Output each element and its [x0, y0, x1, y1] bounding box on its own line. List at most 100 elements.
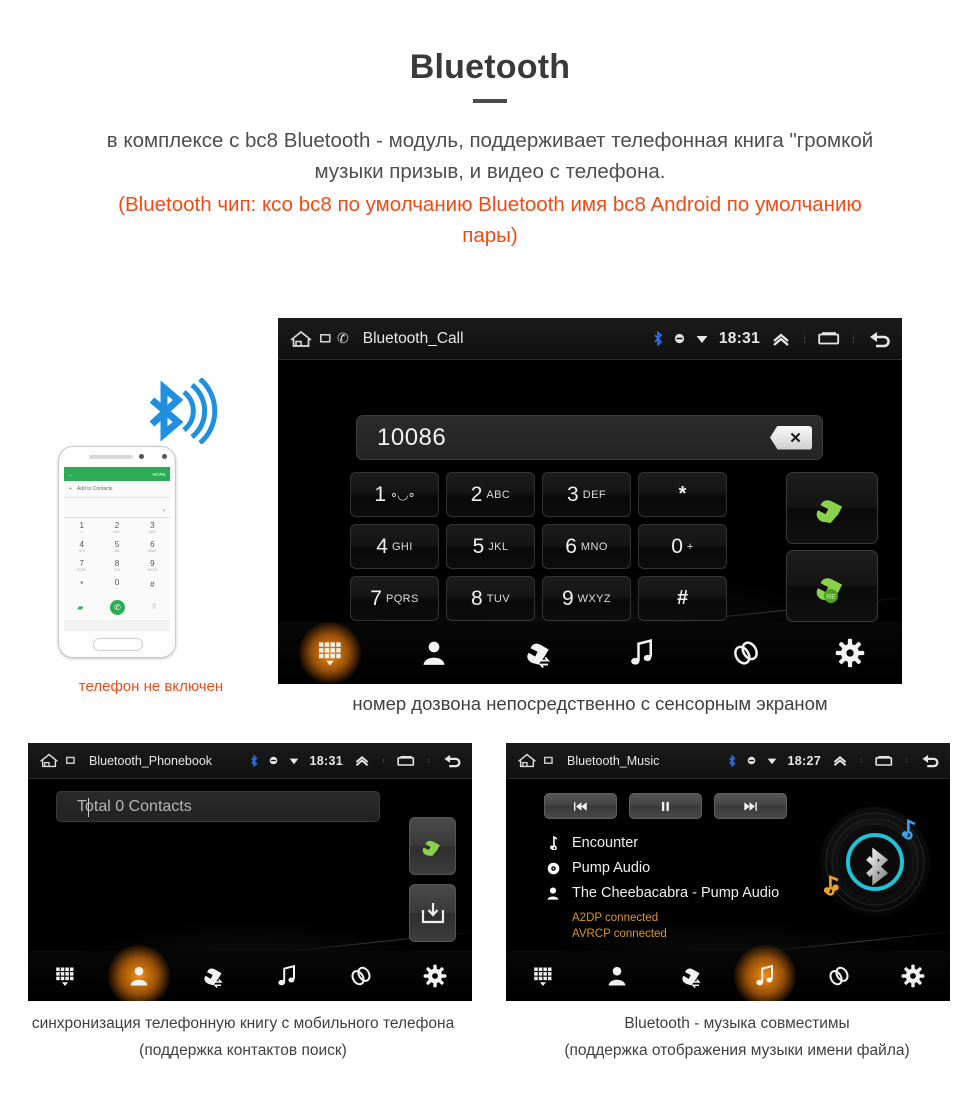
media-pause-button[interactable] — [629, 793, 702, 819]
phonebook-call-button[interactable] — [409, 817, 456, 875]
phone-number-input: ✕ — [64, 498, 170, 518]
nav-item-contacts[interactable] — [102, 945, 176, 1001]
nav-item-contacts[interactable] — [580, 951, 654, 1001]
screenshot-icon[interactable] — [544, 756, 553, 765]
phone-key-#: # — [135, 575, 170, 594]
screenshot-icon[interactable] — [66, 756, 75, 765]
nav-item-call-log[interactable] — [486, 622, 590, 684]
bluetooth-icon — [250, 754, 257, 767]
nav-item-music[interactable] — [728, 945, 802, 1001]
phone-key-number: 5 — [114, 540, 120, 549]
media-previous-button[interactable] — [544, 793, 617, 819]
nav-item-music[interactable] — [590, 622, 694, 684]
phone-body: ← MORE + Add to Contacts ✕ 1 ∞ 2 ABC 3 DEF 4 GH… — [58, 446, 176, 658]
key-number: 6 — [565, 534, 577, 558]
dial-input-field[interactable]: 10086 ✕ — [356, 415, 823, 460]
statusbar-divider-2 — [428, 758, 429, 763]
pause-icon — [661, 801, 669, 811]
dialpad-key-7[interactable]: 7 PQRS — [350, 576, 439, 621]
phonebook-screen-title: Bluetooth_Phonebook — [89, 753, 213, 768]
nav-item-dialpad[interactable] — [28, 951, 102, 1001]
redial-button[interactable]: RE — [786, 550, 878, 622]
screenshot-icon[interactable] — [320, 333, 331, 344]
phone-key-1: 1 ∞ — [64, 518, 99, 537]
recents-icon[interactable] — [875, 755, 893, 767]
nav-item-link[interactable] — [694, 622, 798, 684]
wifi-icon — [696, 335, 708, 343]
nav-item-link[interactable] — [802, 951, 876, 1001]
key-letters: GHI — [391, 540, 413, 553]
phonebook-download-button[interactable] — [409, 884, 456, 942]
nav-item-music[interactable] — [250, 951, 324, 1001]
dialpad-key-star[interactable]: * — [638, 472, 727, 517]
nav-item-contacts[interactable] — [382, 622, 486, 684]
call-icon — [816, 500, 843, 524]
backspace-icon[interactable]: ✕ — [770, 425, 812, 450]
dialpad-key-4[interactable]: 4 GHI — [350, 524, 439, 569]
dialpad-row: 7 PQRS 8 TUV 9 WXYZ # — [350, 576, 830, 621]
svg-text:RE: RE — [826, 594, 836, 601]
phone-key-number: # — [150, 580, 155, 589]
phone-call-status-icon: ✆ — [337, 330, 349, 346]
dialpad-key-2[interactable]: 2 ABC — [446, 472, 535, 517]
home-icon[interactable] — [288, 329, 314, 349]
music-bottom-nav — [506, 945, 950, 1001]
volume-up-icon[interactable] — [832, 754, 848, 767]
back-icon[interactable] — [442, 753, 463, 768]
dialpad-key-6[interactable]: 6 MNO — [542, 524, 631, 569]
phone-key-number: 1 — [79, 521, 84, 530]
back-icon[interactable] — [920, 753, 941, 768]
dialpad-key-3[interactable]: 3 DEF — [542, 472, 631, 517]
nav-item-dialpad[interactable] — [506, 951, 580, 1001]
call-screen-caption: номер дозвона непосредственно с сенсорны… — [352, 693, 828, 714]
dialpad-key-8[interactable]: 8 TUV — [446, 576, 535, 621]
volume-up-icon[interactable] — [771, 331, 791, 347]
nav-item-settings[interactable] — [398, 951, 472, 1001]
recents-icon[interactable] — [397, 755, 415, 767]
contacts-total-field[interactable]: Total 0 Contacts — [56, 791, 380, 822]
phonebook-caption-line-2: (поддержка контактов поиск) — [139, 1041, 347, 1059]
back-icon[interactable] — [867, 330, 893, 348]
call-button[interactable] — [786, 472, 878, 544]
phone-key-letters: GHI — [78, 549, 85, 553]
dnd-icon — [747, 756, 755, 765]
bluetooth-icon — [654, 331, 663, 346]
phone-key-letters: TUV — [113, 568, 121, 572]
home-icon[interactable] — [516, 752, 538, 769]
key-number: 8 — [471, 586, 483, 610]
phone-key-number: 0 — [114, 578, 120, 587]
album-icon — [546, 862, 560, 875]
phone-dialpad: 1 ∞ 2 ABC 3 DEF 4 GHI 5 JKL 6 MNO 7 PQRS 8 TUV 9 WXYZ * 0 + # — [64, 518, 170, 594]
key-letters: PQRS — [385, 592, 419, 605]
volume-up-icon[interactable] — [354, 754, 370, 767]
bluetooth-vinyl-icon — [820, 807, 930, 917]
statusbar-divider-2 — [853, 334, 854, 343]
track-info-list: Encounter Pump Audio The Cheebacabra - P… — [546, 835, 779, 943]
home-icon[interactable] — [38, 752, 60, 769]
nav-item-dialpad[interactable] — [278, 622, 382, 684]
key-letters: ABC — [486, 488, 511, 501]
phone-key-number: 7 — [79, 559, 84, 568]
phone-key-letters: WXYZ — [147, 568, 158, 572]
gear-icon — [901, 964, 925, 988]
media-next-button[interactable] — [714, 793, 787, 819]
phone-keypad-icon: ⠿ — [151, 604, 157, 611]
key-letters: MNO — [580, 540, 608, 553]
contact-icon — [130, 966, 148, 986]
key-number: 3 — [567, 482, 579, 506]
track-artist: The Cheebacabra - Pump Audio — [572, 885, 780, 901]
phone-action-row: ▰ ✆ ⠿ — [64, 594, 170, 620]
dialpad-key-0[interactable]: 0 + — [638, 524, 727, 569]
dialpad-key-5[interactable]: 5 JKL — [446, 524, 535, 569]
recents-icon[interactable] — [818, 331, 840, 346]
dialpad-key-hash[interactable]: # — [638, 576, 727, 621]
nav-item-link[interactable] — [324, 951, 398, 1001]
dialpad-key-9[interactable]: 9 WXYZ — [542, 576, 631, 621]
nav-item-settings[interactable] — [798, 622, 902, 684]
link-icon — [734, 641, 758, 665]
nav-item-call-log[interactable] — [176, 951, 250, 1001]
nav-item-call-log[interactable] — [654, 951, 728, 1001]
phone-more-label: MORE — [152, 471, 167, 477]
nav-item-settings[interactable] — [876, 951, 950, 1001]
dialpad-key-1[interactable]: 1 ∘◡∘ — [350, 472, 439, 517]
